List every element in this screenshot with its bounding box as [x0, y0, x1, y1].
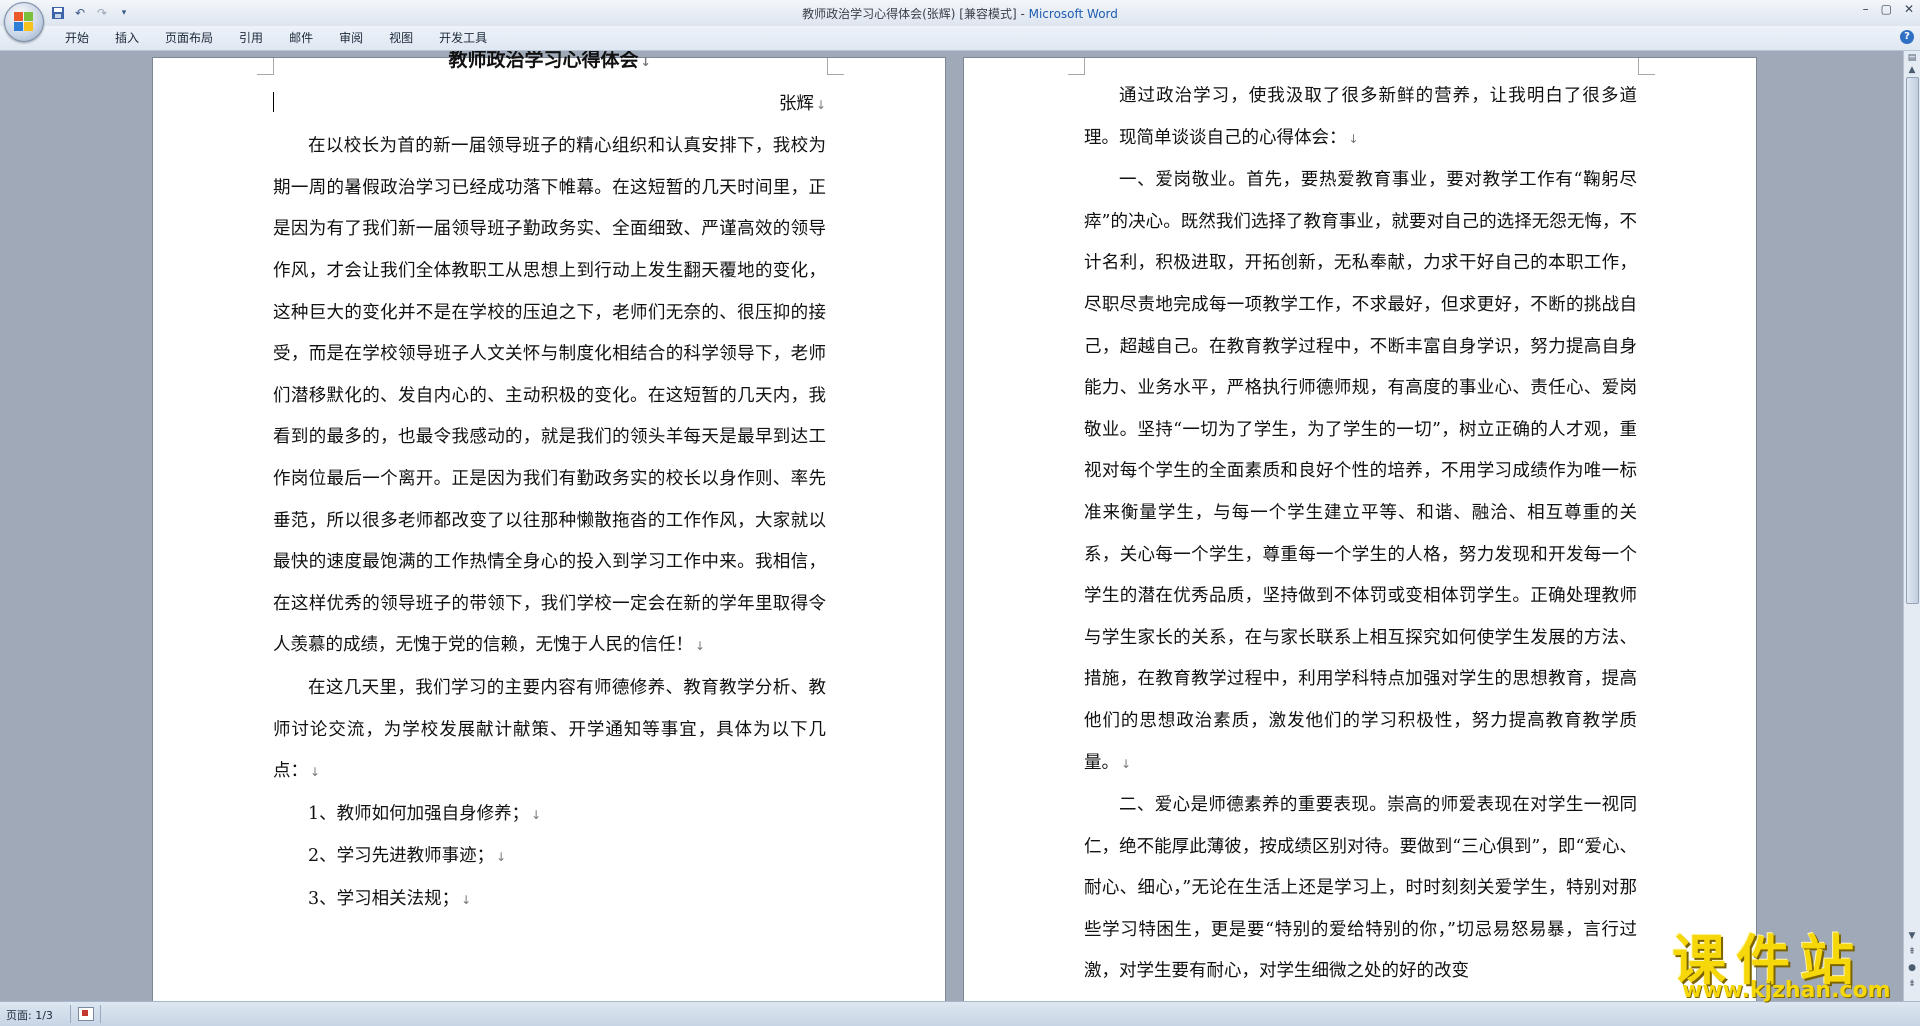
vertical-scrollbar[interactable]: ▤ ▲ ▼ ⇞ ● ⇟: [1903, 51, 1920, 1001]
paragraph-text: 二、爱心是师德素养的重要表现。崇高的师爱表现在对学生一视同仁，绝不能厚此薄彼，按…: [1084, 795, 1637, 982]
paragraph-mark-icon: ↓: [815, 97, 826, 112]
watermark-url: www.kjzhan.com: [1682, 978, 1891, 1003]
author-line: 张辉 ↓: [273, 84, 826, 127]
tab-references[interactable]: 引用: [226, 30, 276, 46]
paragraph-mark-icon: ↓: [640, 55, 651, 69]
tab-developer[interactable]: 开发工具: [426, 30, 500, 46]
document-title: 教师政治学习心得体会(张辉) [兼容模式] -: [802, 7, 1029, 21]
tab-mailings[interactable]: 邮件: [276, 30, 326, 46]
app-name: Microsoft Word: [1028, 7, 1118, 21]
paragraph-text: 通过政治学习，使我汲取了很多新鲜的营养，让我明白了很多道理。现简单谈谈自己的心得…: [1084, 86, 1637, 148]
crop-mark: [827, 58, 844, 75]
window-controls: – ▢ ✕: [1863, 2, 1914, 16]
status-divider: [70, 1005, 71, 1023]
office-logo-icon: [14, 12, 34, 32]
ribbon-tabs: 开始 插入 页面布局 引用 邮件 审阅 视图 开发工具: [52, 30, 500, 46]
list-item: 3、学习相关法规； ↓: [273, 879, 826, 922]
list-item: 2、学习先进教师事迹； ↓: [273, 836, 826, 879]
window-title: 教师政治学习心得体会(张辉) [兼容模式] - Microsoft Word: [0, 5, 1920, 22]
document-page-1[interactable]: 教师政治学习心得体会 ↓ 张辉 ↓ 在以校长为首的新一届领导班子的精心组织和认真安排…: [152, 51, 946, 1001]
heading-text: 教师政治学习心得体会: [448, 51, 639, 71]
office-button[interactable]: [4, 2, 44, 42]
paragraph-mark-icon: ↓: [496, 850, 507, 865]
paragraph-mark-icon: ↓: [1348, 131, 1359, 146]
paragraph-mark-icon: ↓: [310, 765, 321, 780]
title-bar: ↶ ↷ ▾ 教师政治学习心得体会(张辉) [兼容模式] - Microsoft …: [0, 0, 1920, 42]
scroll-up-icon[interactable]: ▲: [1905, 63, 1919, 77]
paragraph: 在这几天里，我们学习的主要内容有师德修养、教育教学分析、教师讨论交流，为学校发展…: [273, 668, 826, 794]
paragraph: 通过政治学习，使我汲取了很多新鲜的营养，让我明白了很多道理。现简单谈谈自己的心得…: [1084, 76, 1637, 160]
close-icon[interactable]: ✕: [1904, 2, 1914, 16]
document-page-2[interactable]: 通过政治学习，使我汲取了很多新鲜的营养，让我明白了很多道理。现简单谈谈自己的心得…: [963, 57, 1757, 1001]
watermark-logo: 课件站 www.kjzhan.com: [1660, 916, 1920, 1006]
paragraph-text: 在以校长为首的新一届领导班子的精心组织和认真安排下，我校为期一周的暑假政治学习已…: [273, 136, 826, 656]
minimize-icon[interactable]: –: [1863, 2, 1869, 16]
paragraph: 二、爱心是师德素养的重要表现。崇高的师爱表现在对学生一视同仁，绝不能厚此薄彼，按…: [1084, 785, 1637, 993]
list-item-text: 3、学习相关法规；: [308, 888, 460, 909]
paragraph-mark-icon: ↓: [1121, 756, 1132, 771]
list-item-text: 1、教师如何加强自身修养；: [308, 803, 530, 824]
list-item: 1、教师如何加强自身修养； ↓: [273, 794, 826, 837]
document-heading: 教师政治学习心得体会 ↓: [273, 51, 826, 84]
status-divider: [100, 1005, 101, 1023]
paragraph: 在以校长为首的新一届领导班子的精心组织和认真安排下，我校为期一周的暑假政治学习已…: [273, 126, 826, 668]
status-bar: 页面: 1/3: [0, 1001, 1920, 1026]
paragraph-text: 在这几天里，我们学习的主要内容有师德修养、教育教学分析、教师讨论交流，为学校发展…: [273, 677, 826, 782]
tab-review[interactable]: 审阅: [326, 30, 376, 46]
crop-mark: [1638, 58, 1655, 75]
paragraph-mark-icon: ↓: [695, 639, 706, 654]
paragraph-mark-icon: ↓: [531, 807, 542, 822]
paragraph-mark-icon: ↓: [461, 892, 472, 907]
crop-mark: [257, 58, 274, 75]
page-count[interactable]: 页面: 1/3: [6, 1007, 53, 1023]
maximize-icon[interactable]: ▢: [1881, 2, 1892, 16]
paragraph: 一、爱岗敬业。首先，要热爱教育事业，要对教学工作有“鞠躬尽瘁”的决心。既然我们选…: [1084, 160, 1637, 785]
help-icon[interactable]: ?: [1900, 30, 1914, 44]
tab-home[interactable]: 开始: [52, 30, 102, 46]
tab-page-layout[interactable]: 页面布局: [152, 30, 226, 46]
scroll-thumb[interactable]: [1906, 77, 1919, 604]
tab-insert[interactable]: 插入: [102, 30, 152, 46]
ribbon-tab-bar: 开始 插入 页面布局 引用 邮件 审阅 视图 开发工具 ?: [0, 26, 1920, 51]
list-item-text: 2、学习先进教师事迹；: [308, 846, 495, 867]
tab-view[interactable]: 视图: [376, 30, 426, 46]
page-2-body: 通过政治学习，使我汲取了很多新鲜的营养，让我明白了很多道理。现简单谈谈自己的心得…: [1084, 76, 1637, 993]
page-1-body: 教师政治学习心得体会 ↓ 张辉 ↓ 在以校长为首的新一届领导班子的精心组织和认真安排…: [273, 51, 826, 921]
paragraph-text: 一、爱岗敬业。首先，要热爱教育事业，要对教学工作有“鞠躬尽瘁”的决心。既然我们选…: [1084, 170, 1637, 773]
proofing-icon[interactable]: [78, 1007, 94, 1021]
document-area: 教师政治学习心得体会 ↓ 张辉 ↓ 在以校长为首的新一届领导班子的精心组织和认真安排…: [0, 51, 1904, 1001]
crop-mark: [1068, 58, 1085, 75]
author-name: 张辉: [778, 93, 814, 114]
